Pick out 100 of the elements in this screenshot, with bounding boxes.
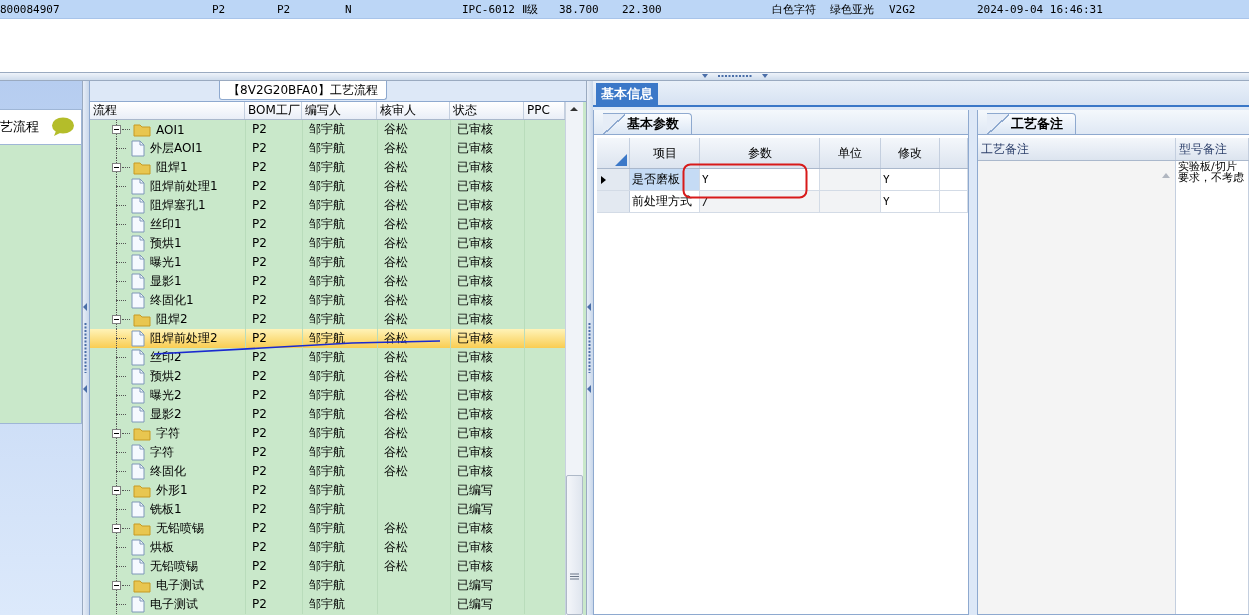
table-cell: 邹宇航 (302, 405, 377, 424)
scrollbar-thumb[interactable] (566, 475, 583, 615)
document-icon (131, 292, 145, 309)
document-icon (131, 463, 145, 480)
tree-row[interactable]: 电子测试 P2 邹宇航 已编写 (90, 576, 565, 595)
table-cell: 邹宇航 (302, 443, 377, 462)
column-header[interactable]: 工艺备注 (978, 138, 1176, 160)
table-cell: P2 (245, 462, 302, 481)
collapse-toggle[interactable] (112, 486, 121, 495)
record-cell-text: N (344, 2, 353, 16)
table-cell: 邹宇航 (302, 253, 377, 272)
document-icon (131, 444, 145, 461)
folder-icon (133, 312, 151, 327)
column-header[interactable]: 流程 (90, 102, 245, 119)
table-cell: P2 (245, 443, 302, 462)
table-cell: 已审核 (450, 253, 524, 272)
table-cell: P2 (245, 215, 302, 234)
node-label: 预烘1 (149, 235, 182, 252)
table-cell: 已审核 (450, 120, 524, 139)
table-cell: P2 (245, 120, 302, 139)
table-cell: 已审核 (450, 557, 524, 576)
column-header[interactable]: 修改 (881, 138, 940, 168)
column-header[interactable]: 核审人 (377, 102, 450, 119)
tree-row[interactable]: 阻焊前处理1 P2 邹宇航 谷松 已审核 (90, 177, 565, 196)
table-cell: 已审核 (450, 196, 524, 215)
tree-row[interactable]: 外形1 P2 邹宇航 已编写 (90, 481, 565, 500)
table-cell: P2 (245, 196, 302, 215)
table-cell: P2 (245, 595, 302, 614)
tree-row[interactable]: 预烘2 P2 邹宇航 谷松 已审核 (90, 367, 565, 386)
table-cell: 谷松 (384, 464, 408, 478)
column-header[interactable]: 型号备注 (1176, 138, 1249, 160)
collapse-toggle[interactable] (112, 125, 121, 134)
table-cell: 已审核 (450, 291, 524, 310)
node-label: 无铅喷锡 (155, 520, 204, 537)
tree-row[interactable]: 铣板1 P2 邹宇航 已编写 (90, 500, 565, 519)
tree-row[interactable]: 外层AOI1 P2 邹宇航 谷松 已审核 (90, 139, 565, 158)
table-cell: 邹宇航 (302, 481, 377, 500)
tree-row[interactable]: 终固化1 P2 邹宇航 谷松 已审核 (90, 291, 565, 310)
table-cell: 已审核 (450, 443, 524, 462)
column-header[interactable]: 项目 (630, 138, 700, 168)
splitter-grip[interactable] (83, 303, 88, 393)
node-label: 曝光1 (149, 254, 182, 271)
record-cell-text: V2G2 (888, 2, 917, 16)
panel-tab[interactable]: 工艺备注 (987, 113, 1076, 134)
document-icon (131, 368, 145, 385)
table-cell: P2 (245, 367, 302, 386)
input-field[interactable]: Y (700, 169, 820, 190)
row-header[interactable] (597, 169, 630, 190)
tree-row[interactable]: 字符 P2 邹宇航 谷松 已审核 (90, 443, 565, 462)
tree-row[interactable]: 无铅喷锡 P2 邹宇航 谷松 已审核 (90, 519, 565, 538)
node-label: 烘板 (149, 539, 174, 556)
tree-row[interactable]: 预烘1 P2 邹宇航 谷松 已审核 (90, 234, 565, 253)
main-tab[interactable]: 基本信息 (596, 83, 658, 105)
table-cell: 邹宇航 (302, 291, 377, 310)
document-icon (131, 558, 145, 575)
tree-row[interactable]: 烘板 P2 邹宇航 谷松 已审核 (90, 538, 565, 557)
tree-row[interactable]: 字符 P2 邹宇航 谷松 已审核 (90, 424, 565, 443)
table-cell: 谷松 (384, 179, 408, 193)
table-cell: 谷松 (384, 521, 408, 535)
table-cell: 已审核 (450, 367, 524, 386)
tree-row[interactable]: 阻焊1 P2 邹宇航 谷松 已审核 (90, 158, 565, 177)
table-cell: P2 (245, 519, 302, 538)
collapse-toggle[interactable] (112, 581, 121, 590)
table-cell: 邹宇航 (302, 120, 377, 139)
tree-row[interactable]: 显影2 P2 邹宇航 谷松 已审核 (90, 405, 565, 424)
node-label: 电子测试 (149, 596, 198, 613)
record-cell-text: 白色字符 (771, 1, 817, 17)
collapse-toggle[interactable] (112, 429, 121, 438)
table-cell: 邹宇航 (302, 367, 377, 386)
panel-title-tab[interactable]: 【8V2G20BFA0】工艺流程 (219, 81, 387, 100)
tree-row[interactable]: 曝光2 P2 邹宇航 谷松 已审核 (90, 386, 565, 405)
table-cell: 谷松 (384, 122, 408, 136)
column-header[interactable]: 编写人 (302, 102, 377, 119)
tree-row[interactable]: 显影1 P2 邹宇航 谷松 已审核 (90, 272, 565, 291)
table-cell: Y (881, 191, 940, 212)
table-cell: 谷松 (384, 236, 408, 250)
splitter-grip[interactable] (699, 73, 770, 79)
tree-row[interactable]: 电子测试 P2 邹宇航 已编写 (90, 595, 565, 614)
folder-icon (133, 122, 151, 137)
tree-row[interactable]: AOI1 P2 邹宇航 谷松 已审核 (90, 120, 565, 139)
grip-icon (570, 573, 579, 580)
collapse-toggle[interactable] (112, 524, 121, 533)
tree-row[interactable]: 阻焊塞孔1 P2 邹宇航 谷松 已审核 (90, 196, 565, 215)
tree-row[interactable]: 丝印1 P2 邹宇航 谷松 已审核 (90, 215, 565, 234)
tree-row[interactable]: 无铅喷锡 P2 邹宇航 谷松 已审核 (90, 557, 565, 576)
column-header[interactable]: 单位 (820, 138, 881, 168)
document-icon (131, 539, 145, 556)
splitter-grip[interactable] (587, 303, 592, 393)
column-header[interactable]: 参数 (700, 138, 820, 168)
table-cell: 邹宇航 (302, 595, 377, 614)
column-header[interactable]: BOM工厂 (245, 102, 302, 119)
collapse-toggle[interactable] (112, 315, 121, 324)
collapse-toggle[interactable] (112, 163, 121, 172)
tree-row[interactable]: 曝光1 P2 邹宇航 谷松 已审核 (90, 253, 565, 272)
table-cell: 谷松 (384, 369, 408, 383)
record-cell-text: 2024-09-04 16:46:31 (976, 2, 1104, 16)
tree-row[interactable]: 终固化 P2 邹宇航 谷松 已审核 (90, 462, 565, 481)
panel-tab[interactable]: 基本参数 (603, 113, 692, 134)
table-cell: 谷松 (384, 559, 408, 573)
column-header[interactable]: 状态 (450, 102, 524, 119)
